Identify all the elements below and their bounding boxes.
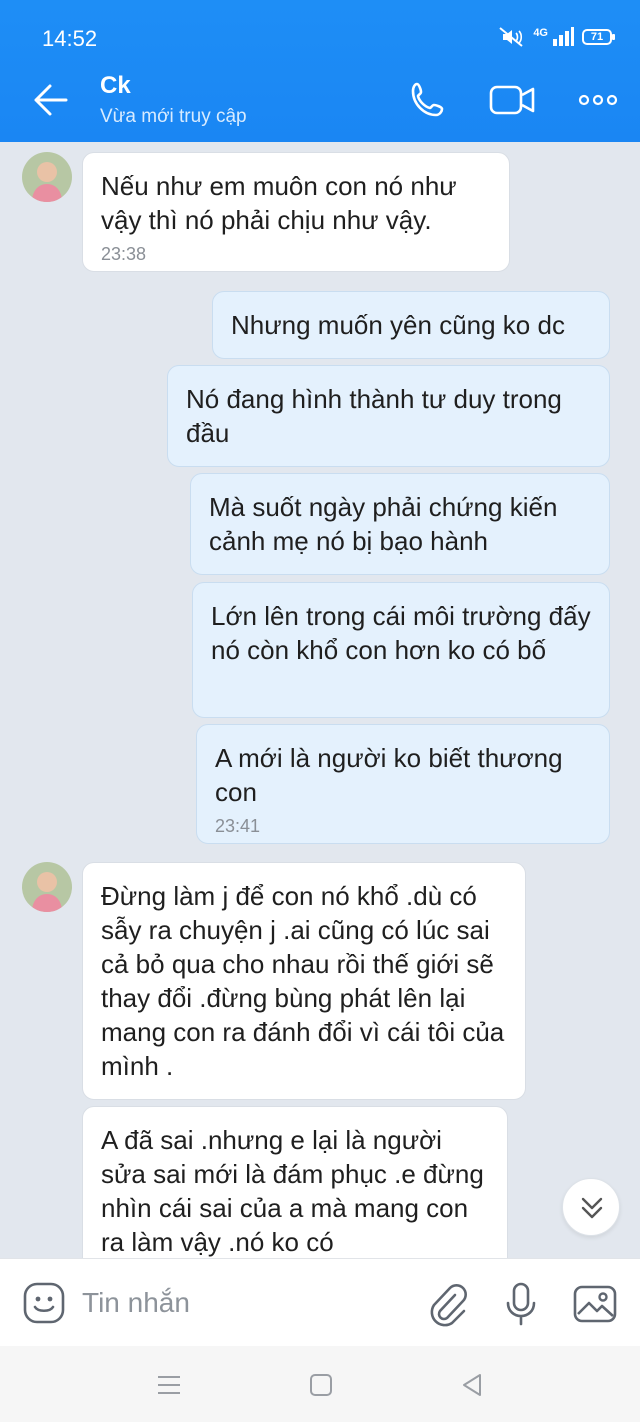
message-bubble[interactable]: Lớn lên trong cái môi trường đấy nó còn … xyxy=(192,582,610,718)
mute-icon xyxy=(497,26,525,48)
more-dots-icon xyxy=(578,94,618,106)
message-text: Nó đang hình thành tư duy trong đầu xyxy=(186,384,562,448)
send-image-button[interactable] xyxy=(572,1281,618,1327)
message-bubble[interactable]: A mới là người ko biết thương con 23:41 xyxy=(196,724,610,844)
home-button[interactable] xyxy=(304,1370,338,1400)
image-icon xyxy=(573,1285,617,1323)
message-bubble[interactable]: Đừng làm j để con nó khổ .dù có sẫy ra c… xyxy=(82,862,526,1100)
signal-icon xyxy=(552,27,574,47)
video-camera-icon xyxy=(489,85,535,115)
emoji-button[interactable] xyxy=(22,1281,66,1325)
network-type: 4G xyxy=(533,27,548,39)
status-icons: 4G 71 xyxy=(497,26,615,48)
video-call-button[interactable] xyxy=(488,80,536,120)
voice-message-button[interactable] xyxy=(498,1281,544,1327)
more-options-button[interactable] xyxy=(578,80,618,120)
attach-button[interactable] xyxy=(424,1281,470,1327)
message-bubble[interactable]: Mà suốt ngày phải chứng kiến cảnh mẹ nó … xyxy=(190,473,610,575)
triangle-back-icon xyxy=(463,1374,481,1396)
contact-status: Vừa mới truy cập xyxy=(100,106,247,127)
contact-avatar[interactable] xyxy=(22,862,72,912)
contact-name[interactable]: Ck xyxy=(100,72,131,100)
paperclip-icon xyxy=(430,1284,467,1327)
message-text: A mới là người ko biết thương con xyxy=(215,743,563,807)
back-button[interactable] xyxy=(30,82,70,118)
message-text: Mà suốt ngày phải chứng kiến cảnh mẹ nó … xyxy=(209,492,558,556)
message-text: A đã sai .nhưng e lại là người sửa sai m… xyxy=(101,1125,484,1257)
arrow-left-icon xyxy=(34,84,68,116)
call-button[interactable] xyxy=(408,80,448,120)
microphone-icon xyxy=(506,1282,536,1326)
message-bubble[interactable]: Nhưng muốn yên cũng ko dc xyxy=(212,291,610,359)
message-bubble[interactable]: A đã sai .nhưng e lại là người sửa sai m… xyxy=(82,1106,508,1258)
message-time: 23:38 xyxy=(101,244,147,264)
message-time: 23:41 xyxy=(215,816,261,836)
contact-avatar[interactable] xyxy=(22,152,72,202)
scroll-to-bottom-button[interactable] xyxy=(562,1178,620,1236)
square-icon xyxy=(310,1374,332,1396)
system-nav-bar xyxy=(0,1346,640,1422)
message-composer xyxy=(0,1258,640,1346)
message-list[interactable]: Nếu như em muôn con nó như vậy thì nó ph… xyxy=(0,142,640,1258)
system-back-button[interactable] xyxy=(456,1370,490,1400)
emoji-icon xyxy=(23,1282,65,1324)
menu-lines-icon xyxy=(158,1376,180,1394)
status-bar: 14:52 4G 71 xyxy=(0,0,640,60)
chat-header: 14:52 4G 71 Ck Vừa mới truy cập xyxy=(0,0,640,142)
message-bubble[interactable]: Nó đang hình thành tư duy trong đầu xyxy=(167,365,610,467)
recent-apps-button[interactable] xyxy=(152,1370,186,1400)
message-input[interactable] xyxy=(82,1283,382,1323)
message-text: Lớn lên trong cái môi trường đấy nó còn … xyxy=(211,601,591,665)
message-bubble[interactable]: Nếu như em muôn con nó như vậy thì nó ph… xyxy=(82,152,510,272)
battery-level: 71 xyxy=(582,29,615,45)
message-text: Nếu như em muôn con nó như vậy thì nó ph… xyxy=(101,171,457,235)
avatar-photo-icon xyxy=(22,862,72,912)
status-time: 14:52 xyxy=(42,26,98,51)
message-text: Đừng làm j để con nó khổ .dù có sẫy ra c… xyxy=(101,881,505,1081)
phone-icon xyxy=(411,82,444,117)
message-text: Nhưng muốn yên cũng ko dc xyxy=(231,310,565,340)
chevron-double-down-icon xyxy=(581,1197,603,1219)
avatar-photo-icon xyxy=(22,152,72,202)
